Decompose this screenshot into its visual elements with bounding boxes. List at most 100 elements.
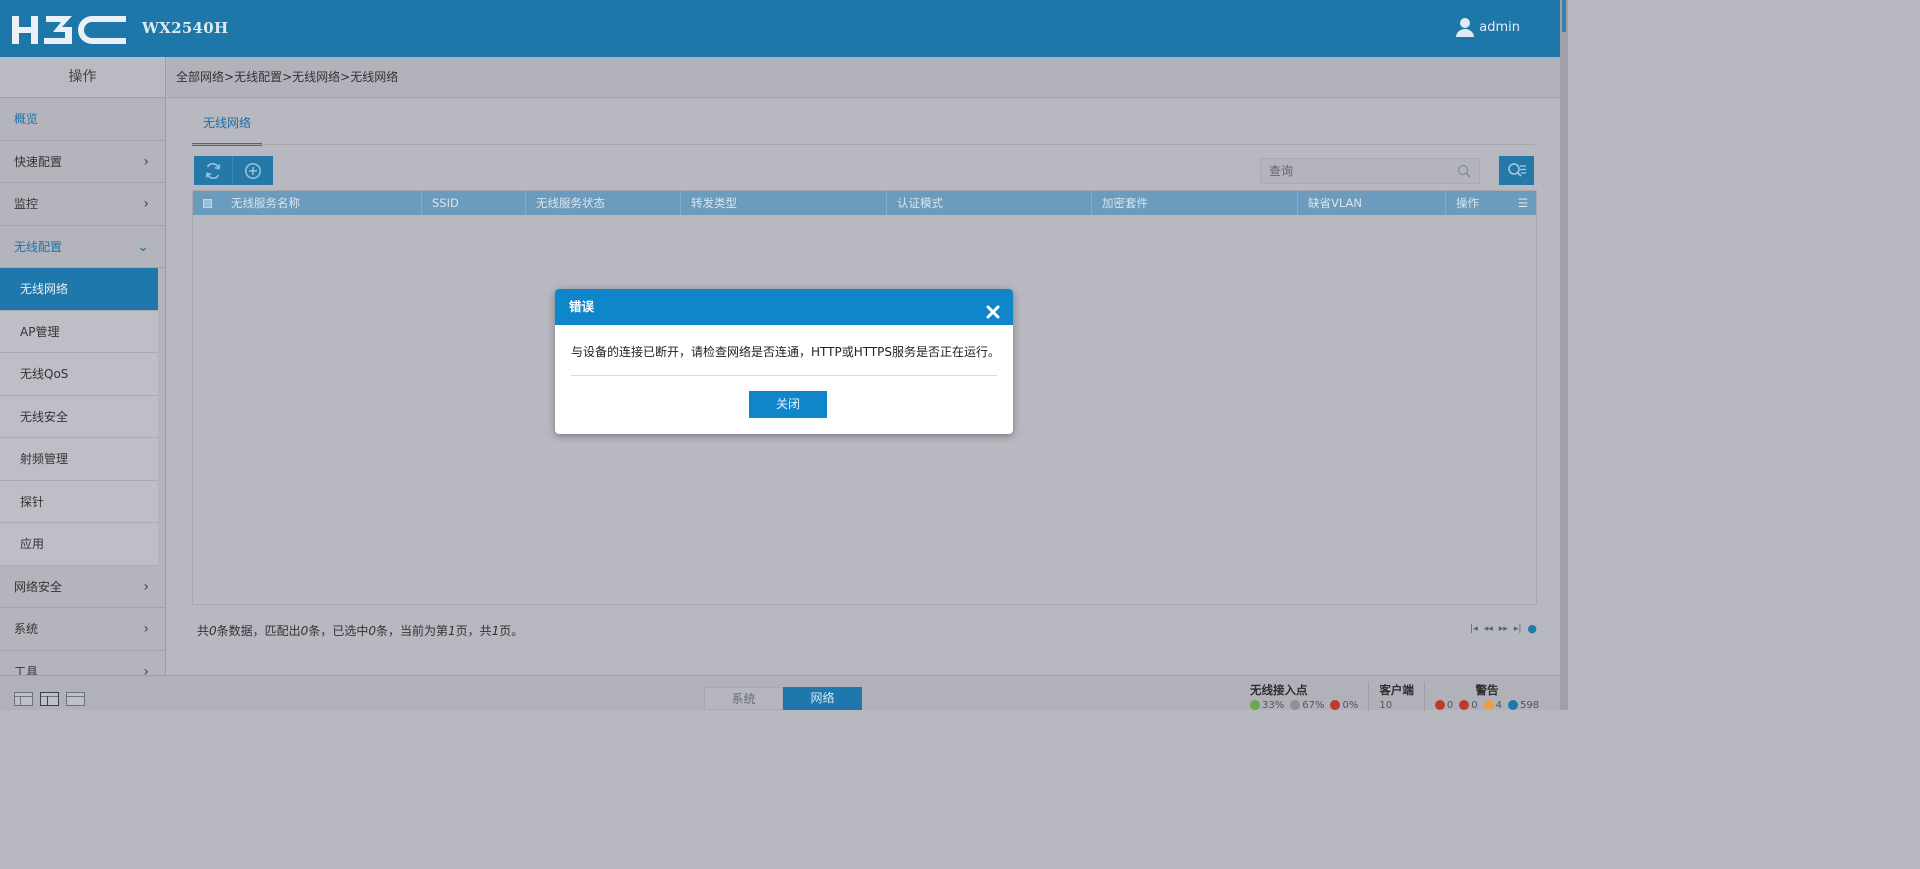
- sidebar-item-label: 探针: [20, 494, 45, 509]
- sidebar-subitem-ap-management[interactable]: AP管理: [0, 310, 158, 353]
- column-header[interactable]: 无线服务名称: [221, 191, 422, 215]
- sidebar-subitem-wireless-qos[interactable]: 无线QoS: [0, 353, 158, 396]
- sidebar-item-label: 无线安全: [20, 409, 69, 424]
- alarm-title: 警告: [1475, 683, 1499, 697]
- fault-status-icon: [1330, 700, 1341, 710]
- next-page-icon[interactable]: ▸▸: [1499, 624, 1508, 634]
- column-header[interactable]: 认证模式: [887, 191, 1092, 215]
- sidebar-item-quick-config[interactable]: 快速配置 ›: [0, 141, 165, 183]
- layout-sidebar-icon[interactable]: [40, 692, 59, 706]
- sidebar-item-label: 射频管理: [20, 452, 69, 466]
- prev-page-icon[interactable]: ◂◂: [1484, 624, 1493, 634]
- top-header: WX2540H admin: [0, 0, 1568, 57]
- dialog-message: 与设备的连接已断开，请检查网络是否连通，HTTP或HTTPS服务是否正在运行。: [571, 345, 1001, 359]
- table-toolbar: [194, 156, 273, 185]
- refresh-icon: [205, 162, 221, 179]
- bottom-bar: 系统 网络 无线接入点 33% 67% 0% 客户端 10 警告 0 0 4 5…: [0, 675, 1560, 711]
- column-header[interactable]: 加密套件: [1092, 191, 1298, 215]
- client-title: 客户端: [1379, 683, 1414, 697]
- critical-count: 0: [1446, 700, 1454, 711]
- ap-offline-pct: 67%: [1302, 700, 1325, 711]
- client-stats[interactable]: 客户端 10: [1368, 682, 1424, 711]
- column-header-label: 操作: [1456, 196, 1479, 210]
- first-page-icon[interactable]: |◂: [1470, 624, 1478, 634]
- sidebar-subitem-wireless-security[interactable]: 无线安全: [0, 395, 158, 438]
- breadcrumb-separator: >: [282, 70, 293, 84]
- sidebar-item-label: 快速配置: [14, 154, 63, 169]
- user-icon: [1456, 18, 1475, 37]
- page-scrollbar[interactable]: [1560, 0, 1568, 710]
- current-page: 1: [447, 624, 456, 638]
- search-input[interactable]: [1261, 159, 1441, 183]
- h3c-logo: [10, 14, 128, 46]
- column-header[interactable]: 转发类型: [681, 191, 887, 215]
- column-menu-icon[interactable]: ☰: [1518, 191, 1528, 215]
- chevron-right-icon: ›: [143, 153, 149, 170]
- column-header-actions[interactable]: 操作 ☰: [1446, 191, 1536, 215]
- close-button[interactable]: 关闭: [749, 391, 827, 418]
- sidebar-item-network-security[interactable]: 网络安全 ›: [0, 566, 165, 608]
- breadcrumb-item: 无线网络: [350, 70, 399, 84]
- sidebar-item-monitor[interactable]: 监控 ›: [0, 183, 165, 226]
- warning-alarm-icon: [1483, 700, 1494, 710]
- pagination: |◂ ◂◂ ▸▸ ▸| ●: [1470, 622, 1537, 635]
- sidebar-item-label: 无线网络: [20, 282, 69, 296]
- sidebar-item-label: 无线配置: [14, 239, 63, 254]
- sidebar-item-label: 监控: [14, 197, 39, 211]
- sidebar-item-label: 网络安全: [14, 579, 63, 594]
- layout-split-icon[interactable]: [14, 692, 33, 706]
- ap-online-pct: 33%: [1262, 700, 1285, 711]
- sidebar-subitem-radio-management[interactable]: 射频管理: [0, 438, 158, 481]
- column-header[interactable]: 缺省VLAN: [1298, 191, 1446, 215]
- tab-network[interactable]: 网络: [783, 687, 862, 710]
- tab-wireless-network[interactable]: 无线网络: [192, 108, 262, 146]
- breadcrumb-separator: >: [340, 70, 351, 84]
- ap-fault-pct: 0%: [1342, 700, 1359, 711]
- error-dialog: 错误 与设备的连接已断开，请检查网络是否连通，HTTP或HTTPS服务是否正在运…: [555, 289, 1013, 434]
- device-model: WX2540H: [142, 19, 229, 37]
- sidebar-subitem-application[interactable]: 应用: [0, 523, 158, 566]
- layout-full-icon[interactable]: [66, 692, 85, 706]
- last-page-icon[interactable]: ▸|: [1514, 624, 1522, 634]
- summary-text: 共: [197, 624, 210, 638]
- column-header[interactable]: 无线服务状态: [526, 191, 681, 215]
- search-icon[interactable]: [1457, 164, 1471, 181]
- user-menu[interactable]: admin: [1456, 17, 1520, 37]
- critical-alarm-icon: [1434, 700, 1445, 710]
- sidebar-title: 操作: [0, 57, 165, 98]
- dialog-title: 错误: [569, 299, 595, 314]
- sidebar-subitem-probe[interactable]: 探针: [0, 480, 158, 523]
- sidebar-item-overview[interactable]: 概览: [0, 98, 165, 141]
- sidebar-item-system[interactable]: 系统 ›: [0, 608, 165, 651]
- summary-text: 条，当前为第: [375, 624, 448, 638]
- chevron-down-icon: ⌄: [137, 238, 149, 255]
- sidebar-subitem-wireless-network[interactable]: 无线网络: [0, 268, 158, 311]
- breadcrumb: 全部网络>无线配置>无线网络>无线网络: [167, 57, 1560, 98]
- summary-text: 条，已选中: [308, 624, 369, 638]
- major-count: 0: [1471, 700, 1478, 711]
- add-button[interactable]: [233, 156, 272, 185]
- lightbulb-icon[interactable]: ●: [1527, 622, 1537, 635]
- column-header[interactable]: SSID: [422, 191, 526, 215]
- offline-status-icon: [1290, 700, 1301, 710]
- online-status-icon: [1250, 700, 1260, 710]
- breadcrumb-item[interactable]: 无线配置: [234, 70, 282, 84]
- advanced-search-button[interactable]: [1499, 156, 1534, 185]
- tab-system[interactable]: 系统: [704, 687, 783, 710]
- ap-stats[interactable]: 无线接入点 33% 67% 0%: [1240, 682, 1368, 711]
- breadcrumb-separator: >: [224, 70, 235, 84]
- select-all-checkbox[interactable]: [193, 191, 221, 215]
- breadcrumb-item[interactable]: 全部网络: [176, 70, 224, 84]
- close-icon[interactable]: [985, 298, 1001, 319]
- search-box: [1260, 158, 1480, 184]
- sidebar-item-label: 概览: [14, 112, 39, 126]
- username: admin: [1479, 19, 1520, 35]
- refresh-button[interactable]: [194, 156, 233, 185]
- selected-count: 0: [368, 624, 376, 638]
- alarm-stats[interactable]: 警告 0 0 4 598: [1423, 682, 1549, 711]
- client-count: 10: [1379, 700, 1393, 711]
- info-alarm-icon: [1507, 700, 1518, 710]
- advanced-search-icon: [1507, 162, 1526, 177]
- breadcrumb-item[interactable]: 无线网络: [292, 70, 340, 84]
- sidebar-item-wireless-config[interactable]: 无线配置 ⌄: [0, 226, 165, 268]
